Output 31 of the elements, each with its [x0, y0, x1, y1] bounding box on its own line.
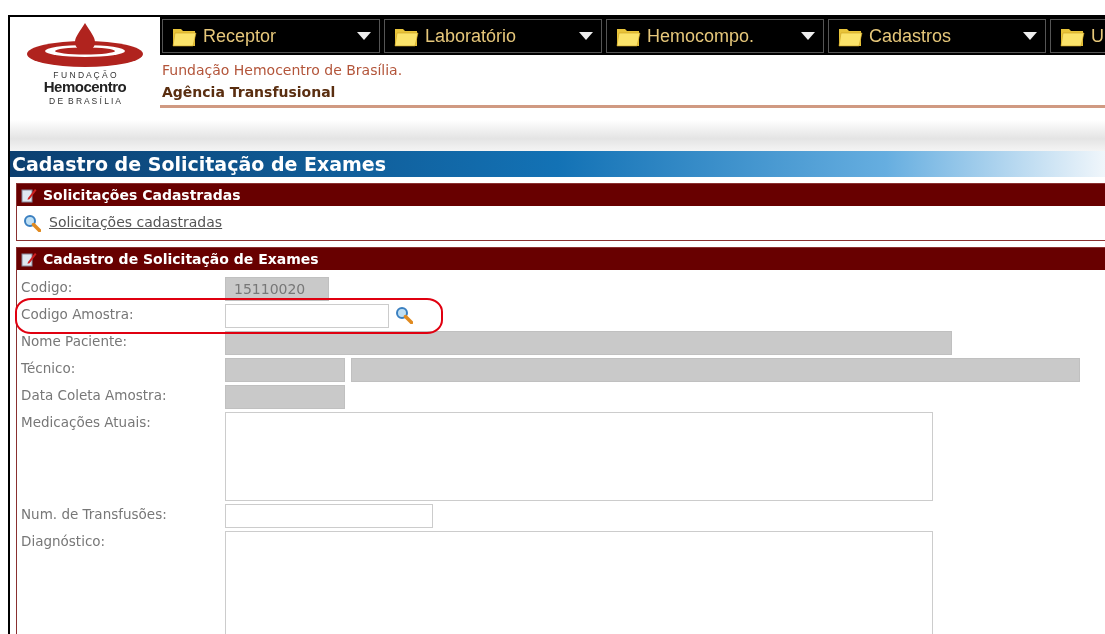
section-title: Cadastro de Solicitação de Exames [43, 249, 319, 269]
field-label: Codigo: [20, 278, 74, 297]
menu-item[interactable]: Cadastros [828, 19, 1046, 53]
field-label: Diagnóstico: [20, 532, 107, 551]
page-title: Cadastro de Solicitação de Exames [10, 151, 1105, 177]
menu-item[interactable]: Laboratório [384, 19, 602, 53]
link[interactable]: Solicitações cadastradas [49, 212, 223, 233]
menu-item[interactable]: Receptor [162, 19, 380, 53]
field-label: Data Coleta Amostra: [20, 386, 168, 405]
input-field[interactable] [225, 504, 433, 528]
logo-text: D E B R A S Í L I A [49, 97, 121, 105]
logo-text: Hemocentro [43, 79, 127, 95]
edit-icon [21, 251, 37, 267]
menu-item[interactable]: U [1050, 19, 1105, 53]
input-field[interactable] [225, 304, 389, 328]
field-label: Técnico: [20, 359, 77, 378]
search-icon [23, 213, 41, 232]
organization-name: Fundação Hemocentro de Brasília. [161, 61, 404, 80]
edit-icon [21, 187, 37, 203]
menu-item[interactable]: Hemocompo. [606, 19, 824, 53]
field-label: Codigo Amostra: [20, 305, 135, 324]
section-title: Solicitações Cadastradas [43, 185, 241, 205]
text-area[interactable] [225, 412, 933, 501]
logo-text: F U N D A Ç Ã O [53, 71, 117, 79]
field-label: Medicações Atuais: [20, 413, 152, 432]
field-label: Num. de Transfusões: [20, 505, 168, 524]
unit-name: Agência Transfusional [160, 80, 1105, 108]
field-label: Nome Paciente: [20, 332, 129, 351]
input-field[interactable] [351, 358, 1080, 382]
logo-drop-icon [25, 21, 145, 69]
text-area[interactable] [225, 531, 933, 634]
